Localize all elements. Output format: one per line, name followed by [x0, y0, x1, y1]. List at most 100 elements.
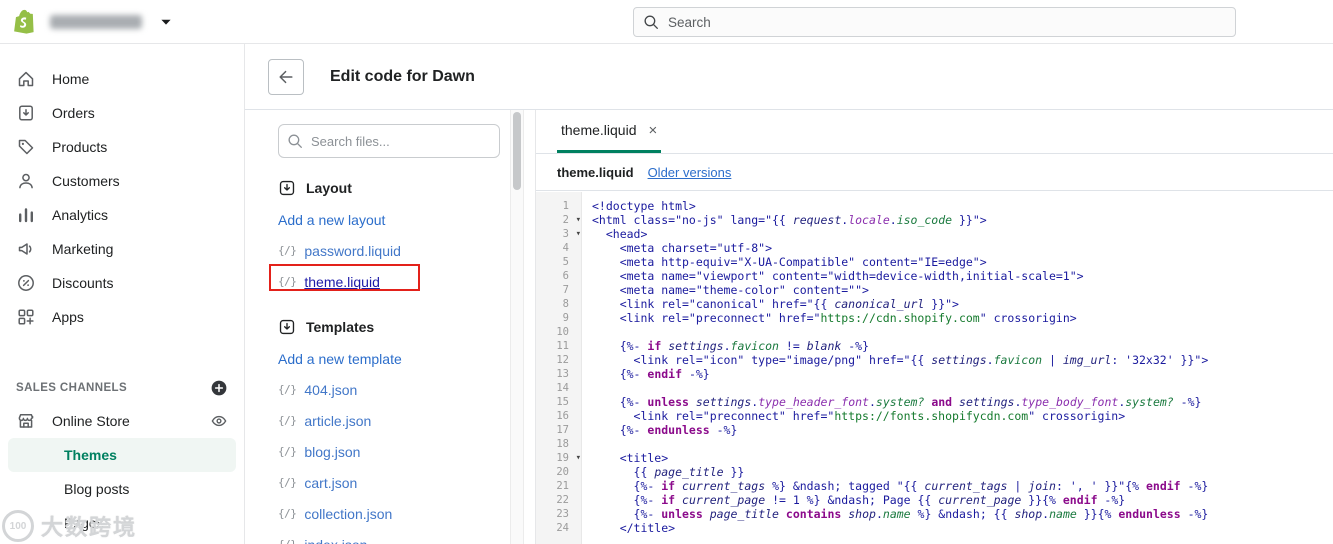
section-templates-header[interactable]: Templates	[278, 318, 500, 336]
store-name-redacted[interactable]	[50, 15, 142, 29]
code-file-icon: {/}	[278, 383, 297, 396]
section-layout-header[interactable]: Layout	[278, 179, 500, 197]
back-button[interactable]	[268, 59, 304, 95]
code-file-icon: {/}	[278, 476, 297, 489]
code-text: {{ page_title }}	[592, 465, 745, 479]
search-icon	[286, 132, 304, 150]
add-sales-channel-button[interactable]	[210, 379, 228, 397]
file-404-json[interactable]: {/} 404.json	[278, 374, 500, 405]
search-files-input[interactable]	[278, 124, 500, 158]
code-line: 1 <!doctype html>	[536, 199, 1333, 213]
file-panel-scrollbar[interactable]	[510, 110, 524, 544]
sidebar-item-label: Home	[52, 71, 90, 87]
global-search-input[interactable]	[633, 7, 1236, 37]
sidebar-item-label: Products	[52, 139, 108, 155]
code-file-icon: {/}	[278, 244, 297, 257]
code-text: {%- unless settings.type_header_font.sys…	[592, 395, 1202, 409]
gutter-cell: 10	[536, 325, 582, 339]
sidebar-item-orders[interactable]: Orders	[0, 96, 244, 130]
file-password-liquid[interactable]: {/} password.liquid	[278, 235, 500, 266]
older-versions-link[interactable]: Older versions	[648, 165, 732, 180]
gutter-cell: 6	[536, 269, 582, 283]
line-number: 5	[562, 256, 569, 268]
line-number: 24	[556, 522, 569, 534]
fold-arrow-icon[interactable]: ▾	[576, 213, 581, 227]
gutter-cell: 20	[536, 465, 582, 479]
tab-theme-liquid[interactable]: theme.liquid ×	[557, 110, 662, 153]
sidebar-item-products[interactable]: Products	[0, 130, 244, 164]
sidebar-item-apps[interactable]: Apps	[0, 300, 244, 334]
code-line: 12 <link rel="icon" type="image/png" hre…	[536, 353, 1333, 367]
gutter-cell: 17	[536, 423, 582, 437]
file-blog-json[interactable]: {/} blog.json	[278, 436, 500, 467]
sidebar-subitem-themes[interactable]: Themes	[8, 438, 236, 472]
marketing-icon	[16, 239, 36, 259]
line-number: 20	[556, 466, 569, 478]
store-menu-caret-down-icon[interactable]	[156, 12, 176, 32]
code-editor: theme.liquid × theme.liquid Older versio…	[535, 110, 1333, 544]
code-line: 5 <meta http-equiv="X-UA-Compatible" con…	[536, 255, 1333, 269]
code-line: 2 ▾ <html class="no-js" lang="{{ request.l…	[536, 213, 1333, 227]
global-search	[633, 7, 1236, 37]
channel-label: Online Store	[52, 413, 130, 429]
sidebar-subitem-pages[interactable]: Pages	[8, 506, 236, 540]
discounts-icon	[16, 273, 36, 293]
code-area[interactable]: 1 <!doctype html> 2 ▾ <html class="no-js" la…	[536, 192, 1333, 544]
sidebar-item-discounts[interactable]: Discounts	[0, 266, 244, 300]
sales-channels-heading: SALES CHANNELS	[16, 382, 128, 394]
sidebar-item-customers[interactable]: Customers	[0, 164, 244, 198]
gutter-cell: 12	[536, 353, 582, 367]
code-text: {%- endunless -%}	[592, 423, 738, 437]
sidebar-item-marketing[interactable]: Marketing	[0, 232, 244, 266]
fold-arrow-icon[interactable]: ▾	[576, 451, 581, 465]
gutter-cell: 13	[536, 367, 582, 381]
code-text: <link rel="icon" type="image/png" href="…	[592, 353, 1209, 367]
add-a-new-layout-link[interactable]: Add a new layout	[278, 204, 500, 235]
file-browser-panel: Layout Add a new layout {/} password.liquid…	[245, 110, 510, 544]
file-cart-json[interactable]: {/} cart.json	[278, 467, 500, 498]
line-number: 9	[562, 312, 569, 324]
gutter-cell: 3 ▾	[536, 227, 582, 241]
scrollbar-thumb[interactable]	[513, 112, 521, 190]
file-theme-liquid[interactable]: {/} theme.liquid	[269, 264, 500, 297]
line-number: 12	[556, 354, 569, 366]
section-icon	[278, 179, 296, 197]
gutter-cell: 21	[536, 479, 582, 493]
add-a-new-template-link[interactable]: Add a new template	[278, 343, 500, 374]
code-text: {%- unless page_title contains shop.name…	[592, 507, 1209, 521]
file-collection-json[interactable]: {/} collection.json	[278, 498, 500, 529]
code-line: 23 {%- unless page_title contains shop.n…	[536, 507, 1333, 521]
close-tab-icon[interactable]: ×	[649, 123, 658, 138]
shopify-logo-icon[interactable]	[12, 8, 39, 35]
code-line: 6 <meta name="viewport" content="width=d…	[536, 269, 1333, 283]
code-line: 9 <link rel="preconnect" href="https://c…	[536, 311, 1333, 325]
sidebar-item-label: Marketing	[52, 241, 114, 257]
code-text: <link rel="preconnect" href="https://cdn…	[592, 311, 1077, 325]
code-line: 13 {%- endif -%}	[536, 367, 1333, 381]
line-number: 16	[556, 410, 569, 422]
code-line: 19 ▾ <title>	[536, 451, 1333, 465]
code-text: <link rel="preconnect" href="https://fon…	[592, 409, 1126, 423]
subitem-label: Themes	[64, 447, 117, 463]
code-text: </title>	[592, 521, 676, 535]
gutter-cell: 18	[536, 437, 582, 451]
line-number: 18	[556, 438, 569, 450]
sidebar-item-online-store[interactable]: Online Store	[0, 404, 244, 438]
sidebar-subitem-navigation[interactable]: Navigation	[8, 540, 236, 544]
sidebar-subitem-blog-posts[interactable]: Blog posts	[8, 472, 236, 506]
sidebar-item-analytics[interactable]: Analytics	[0, 198, 244, 232]
line-number: 13	[556, 368, 569, 380]
file-name: theme.liquid	[304, 273, 380, 290]
sidebar-item-home[interactable]: Home	[0, 62, 244, 96]
code-text: <title>	[592, 451, 669, 465]
sidebar-item-label: Customers	[52, 173, 120, 189]
code-text: {%- if current_tags %} &ndash; tagged "{…	[592, 479, 1209, 493]
fold-arrow-icon[interactable]: ▾	[576, 227, 581, 241]
view-store-eye-icon[interactable]	[210, 412, 228, 430]
file-index-json[interactable]: {/} index.json	[278, 529, 500, 544]
code-line: 4 <meta charset="utf-8">	[536, 241, 1333, 255]
file-article-json[interactable]: {/} article.json	[278, 405, 500, 436]
code-file-icon: {/}	[278, 538, 297, 544]
